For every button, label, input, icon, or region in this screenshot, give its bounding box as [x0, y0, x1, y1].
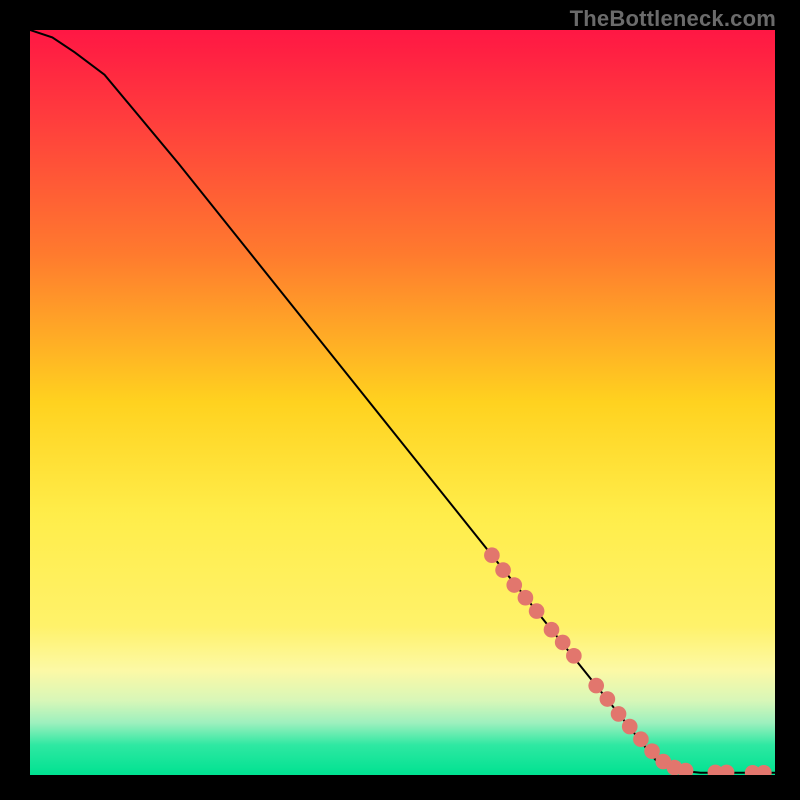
marker-point: [633, 731, 649, 747]
marker-point: [600, 691, 616, 707]
marker-point: [622, 719, 638, 735]
marker-point: [529, 603, 545, 619]
marker-point: [588, 678, 604, 694]
chart-plot-area: [30, 30, 775, 775]
plot-background: [30, 30, 775, 775]
watermark-text: TheBottleneck.com: [570, 6, 776, 32]
chart-frame: TheBottleneck.com: [0, 0, 800, 800]
marker-point: [506, 577, 522, 593]
marker-point: [484, 547, 500, 563]
marker-point: [566, 648, 582, 664]
marker-point: [555, 635, 571, 651]
marker-point: [518, 590, 534, 606]
marker-point: [495, 562, 511, 578]
marker-point: [544, 622, 560, 638]
marker-point: [611, 706, 627, 722]
